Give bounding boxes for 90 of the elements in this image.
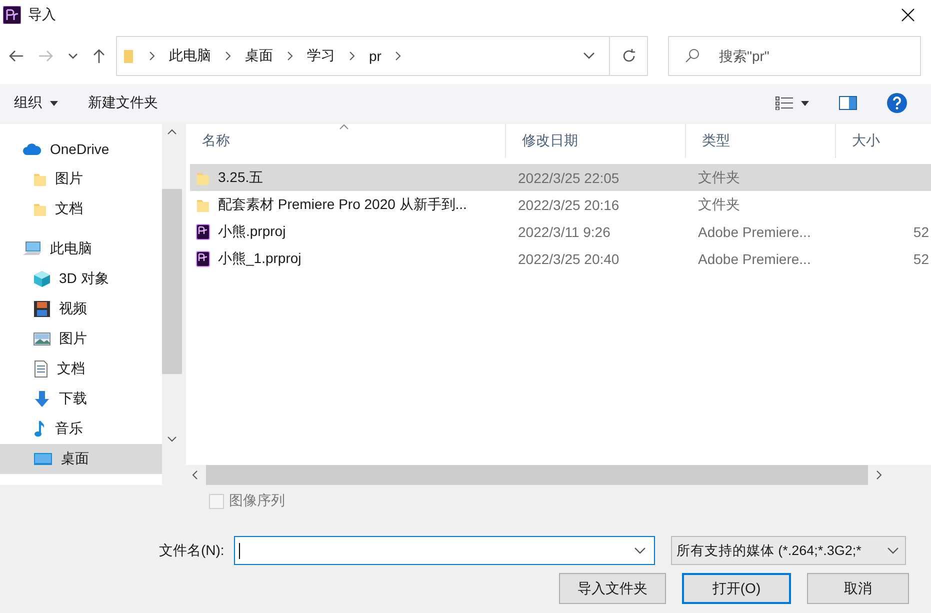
window-title: 导入 bbox=[28, 6, 56, 24]
file-name: 配套素材 Premiere Pro 2020 从新手到... bbox=[218, 196, 467, 214]
column-header[interactable]: 修改日期 bbox=[506, 124, 686, 158]
folder-icon bbox=[33, 201, 47, 217]
column-header[interactable]: 名称 bbox=[186, 124, 506, 158]
chevron-right-icon bbox=[225, 51, 231, 61]
chevron-right-icon bbox=[287, 51, 293, 61]
sidebar-item[interactable]: 音乐 bbox=[0, 414, 162, 444]
premiere-file-icon bbox=[196, 224, 210, 240]
horizontal-scrollbar[interactable] bbox=[186, 465, 931, 485]
help-icon[interactable] bbox=[887, 93, 907, 113]
size-cell-text: 52 bbox=[912, 224, 930, 240]
file-row[interactable]: 小熊_1.prproj 2022/3/25 20:40 Adobe Premiere... 52 bbox=[190, 245, 931, 272]
desktop-icon bbox=[33, 451, 53, 467]
file-name: 小熊.prproj bbox=[218, 222, 286, 240]
dialog-button[interactable]: 导入文件夹 bbox=[559, 573, 666, 604]
chevron-down-icon bbox=[887, 546, 900, 554]
file-name: 3.25.五 bbox=[218, 168, 264, 186]
app-logo-icon bbox=[3, 6, 21, 24]
caret-down-icon bbox=[50, 100, 58, 106]
type-cell-text: Adobe Premiere... bbox=[697, 250, 812, 266]
dialog-button[interactable]: 取消 bbox=[807, 573, 909, 604]
sidebar-item[interactable]: OneDrive bbox=[0, 134, 162, 164]
column-header[interactable]: 类型 bbox=[686, 124, 836, 158]
dialog-button[interactable]: 打开(O) bbox=[682, 573, 791, 604]
column-header[interactable]: 大小 bbox=[836, 124, 931, 158]
computer-icon bbox=[22, 241, 42, 257]
folder-icon bbox=[123, 48, 135, 64]
file-row[interactable]: 3.25.五 2022/3/25 22:05 文件夹 bbox=[190, 164, 931, 191]
list-view-icon bbox=[775, 96, 793, 110]
chevron-down-icon bbox=[634, 546, 646, 554]
document-icon bbox=[33, 360, 49, 378]
search-icon bbox=[684, 48, 700, 64]
preview-pane-icon[interactable] bbox=[839, 96, 857, 110]
organize-menu-button[interactable]: 组织 bbox=[6, 90, 66, 116]
date-cell-text: 2022/3/25 20:40 bbox=[517, 250, 620, 266]
type-cell-text: Adobe Premiere... bbox=[697, 224, 812, 240]
field-label: 文件名(N): bbox=[159, 542, 224, 560]
file-row[interactable]: 小熊.prproj 2022/3/11 9:26 Adobe Premiere... 52 bbox=[190, 218, 931, 245]
chevron-down-icon[interactable] bbox=[68, 52, 78, 60]
film-icon bbox=[33, 300, 51, 318]
folder-icon bbox=[33, 171, 47, 187]
arrow-down-icon bbox=[33, 390, 51, 408]
sidebar-item[interactable]: 视频 bbox=[0, 294, 162, 324]
size-cell-text: 52 bbox=[912, 250, 930, 266]
chevron-down-icon bbox=[167, 436, 177, 442]
back-arrow-icon[interactable] bbox=[8, 49, 24, 63]
cube-icon bbox=[33, 270, 51, 288]
filename-field[interactable] bbox=[234, 536, 656, 565]
file-row[interactable]: 配套素材 Premiere Pro 2020 从新手到... 2022/3/25 20:16 文件夹 bbox=[190, 191, 931, 218]
vertical-scrollbar[interactable] bbox=[162, 124, 182, 485]
sidebar-item[interactable]: 图片 bbox=[0, 324, 162, 354]
file-type-dropdown[interactable]: 所有支持的媒体 (*.264;*.3G2;* bbox=[671, 536, 906, 565]
sidebar-item[interactable]: 文档 bbox=[0, 354, 162, 384]
premiere-file-icon bbox=[196, 250, 210, 266]
chevron-right-icon bbox=[349, 51, 355, 61]
breadcrumb[interactable]: 桌面 bbox=[245, 47, 273, 65]
chevron-up-icon bbox=[167, 129, 177, 135]
breadcrumb[interactable]: 学习 bbox=[307, 47, 335, 65]
sidebar-item[interactable]: 图片 bbox=[0, 164, 162, 194]
type-cell-text: 文件夹 bbox=[697, 168, 741, 186]
sort-up-icon bbox=[339, 124, 349, 130]
chevron-right-icon bbox=[149, 51, 155, 61]
breadcrumb[interactable]: 此电脑 bbox=[169, 47, 211, 65]
up-arrow-icon[interactable] bbox=[92, 48, 106, 64]
date-cell-text: 2022/3/25 20:16 bbox=[517, 196, 620, 212]
chevron-right-icon bbox=[876, 470, 882, 480]
chevron-down-icon[interactable] bbox=[583, 52, 595, 60]
cloud-icon bbox=[22, 142, 42, 156]
search-field[interactable]: 搜索"pr" bbox=[668, 36, 921, 76]
breadcrumb[interactable]: pr bbox=[369, 48, 382, 64]
sidebar-item[interactable]: 下载 bbox=[0, 384, 162, 414]
date-cell-text: 2022/3/25 22:05 bbox=[517, 170, 620, 186]
sidebar-item[interactable]: 此电脑 bbox=[0, 234, 162, 264]
chevron-right-icon bbox=[395, 51, 402, 61]
new-folder-button[interactable]: 新建文件夹 bbox=[80, 90, 166, 116]
file-name: 小熊_1.prproj bbox=[218, 250, 302, 268]
close-icon[interactable] bbox=[901, 8, 915, 22]
sidebar-item[interactable]: 桌面 bbox=[0, 444, 162, 474]
caret-down-icon bbox=[801, 100, 809, 106]
chevron-left-icon bbox=[192, 470, 198, 480]
checkbox-label: 图像序列 bbox=[229, 492, 285, 510]
date-cell-text: 2022/3/11 9:26 bbox=[517, 224, 612, 240]
refresh-icon[interactable] bbox=[620, 48, 636, 64]
music-note-icon bbox=[33, 420, 47, 438]
sidebar-item[interactable]: 3D 对象 bbox=[0, 264, 162, 294]
picture-icon bbox=[33, 331, 51, 347]
address-bar[interactable]: 此电脑 桌面 学习 pr bbox=[116, 36, 648, 76]
type-cell-text: 文件夹 bbox=[697, 196, 741, 214]
sidebar-item[interactable]: 文档 bbox=[0, 194, 162, 224]
